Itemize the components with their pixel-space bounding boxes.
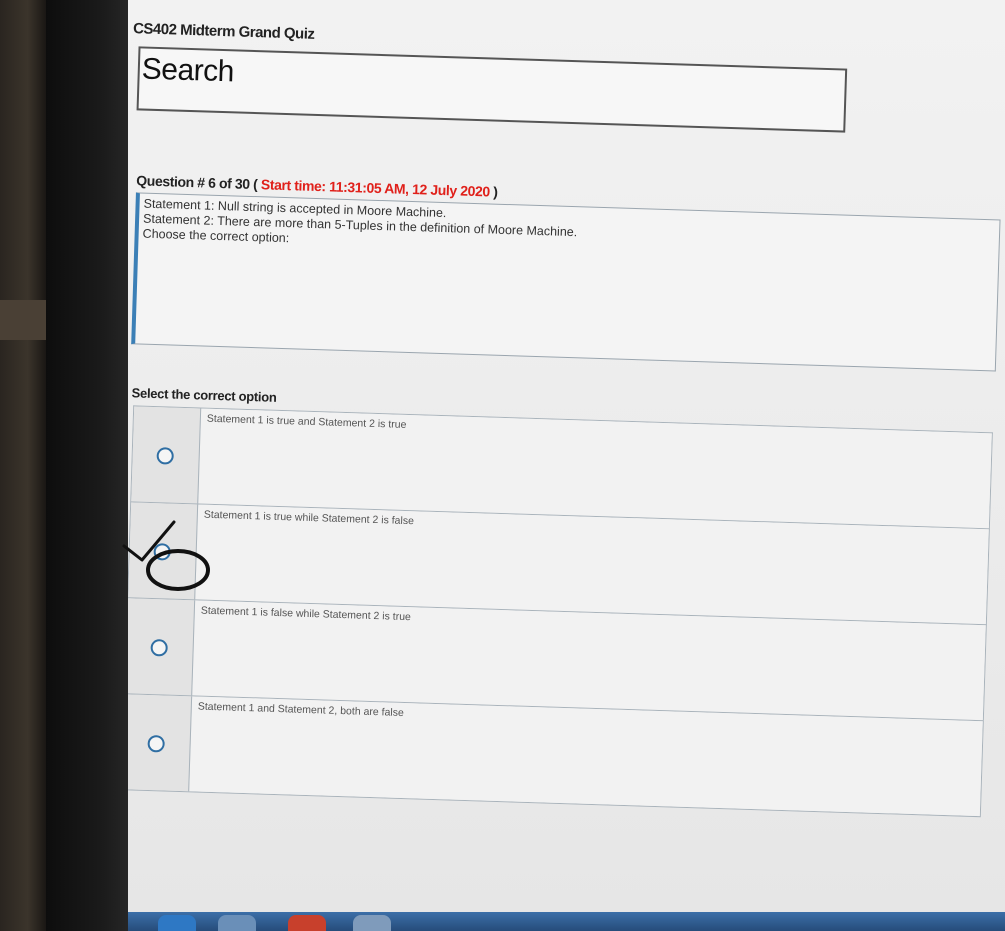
radio-button-4[interactable] [147,734,165,753]
radio-cell [128,598,196,696]
monitor-frame [46,0,128,931]
taskbar [128,912,1005,931]
select-option-label: Select the correct option [131,385,277,405]
quiz-title: CS402 Midterm Grand Quiz [132,20,315,43]
taskbar-item-icon[interactable] [158,915,196,931]
question-header-close: ) [489,183,498,200]
question-statement-box: Statement 1: Null string is accepted in … [131,192,1001,372]
options-table: Statement 1 is true and Statement 2 is t… [128,405,993,818]
search-label: Search [141,52,235,89]
quiz-page: CS402 Midterm Grand Quiz Search Question… [128,0,1005,931]
taskbar-item-icon[interactable] [353,915,391,931]
radio-cell [128,694,193,792]
taskbar-item-icon[interactable] [288,915,326,931]
browser-screen: CS402 Midterm Grand Quiz Search Question… [128,0,1005,931]
search-box[interactable]: Search [136,46,848,133]
handwritten-tick-circle-icon [122,520,210,591]
radio-cell [131,406,202,504]
radio-button-3[interactable] [150,639,168,657]
start-time: Start time: 11:31:05 AM, 12 July 2020 [260,176,491,200]
taskbar-item-icon[interactable] [218,915,256,931]
background-shelf [0,300,46,340]
monitor-bezel-left [0,0,46,931]
question-number: Question # 6 of 30 ( [136,172,262,193]
radio-button-1[interactable] [156,447,174,465]
